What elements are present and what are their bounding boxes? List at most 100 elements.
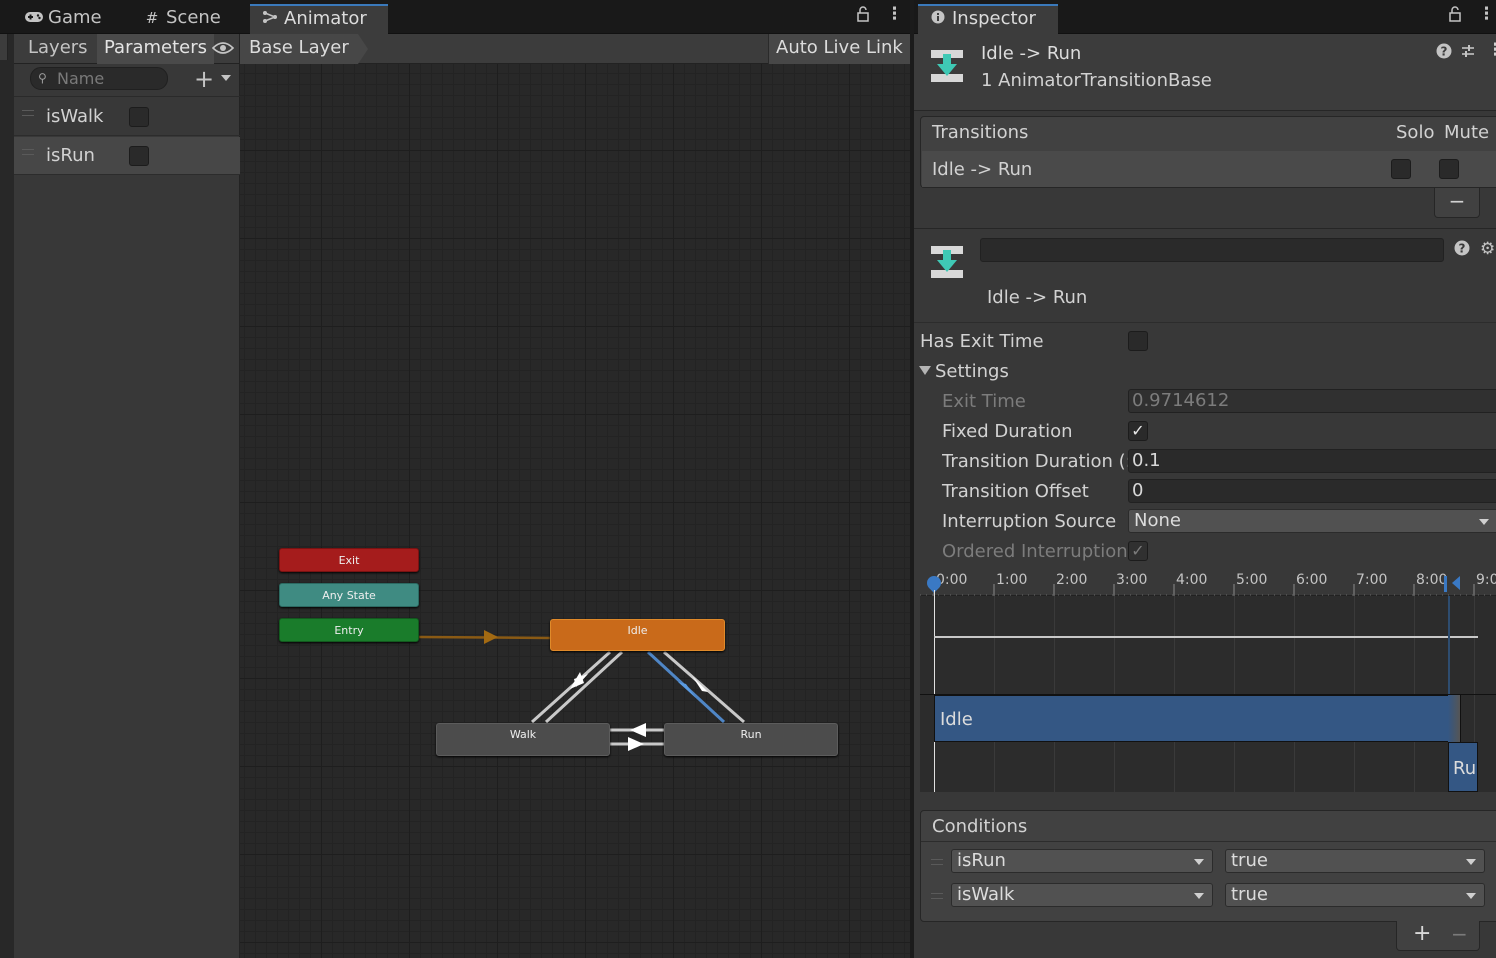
inspector-lock-icon[interactable]	[1448, 6, 1462, 27]
transition-offset-field[interactable]: 0	[1128, 479, 1496, 503]
run-clip-label: Run	[1453, 758, 1477, 779]
tick-label: 3:00	[1116, 572, 1148, 588]
drag-handle-icon[interactable]	[22, 110, 34, 116]
svg-text:?: ?	[1459, 242, 1466, 256]
transition-list-item[interactable]: Idle -> Run	[922, 151, 1496, 187]
settings-foldout-label[interactable]: Settings	[935, 361, 1009, 382]
svg-text:?: ?	[1441, 45, 1448, 59]
tick-label: 9:0	[1476, 572, 1496, 588]
exit-time-label: Exit Time	[942, 391, 1026, 412]
condition-value: true	[1231, 884, 1268, 905]
lock-icon[interactable]	[856, 6, 870, 27]
tab-parameters[interactable]: Parameters	[97, 34, 215, 64]
parameters-toolbar: Layers Parameters	[14, 34, 239, 64]
remove-condition-button[interactable]: −	[1451, 922, 1468, 946]
fixed-duration-checkbox[interactable]: ✓	[1128, 421, 1148, 441]
remove-transition-button[interactable]: −	[1434, 188, 1480, 218]
gear-icon[interactable]: ⚙	[1480, 239, 1495, 259]
inspector-header: Idle -> Run 1 AnimatorTransitionBase ? ⋮	[914, 34, 1496, 111]
parameter-row[interactable]: isWalk	[14, 98, 240, 136]
transition-duration-field[interactable]: 0.1	[1128, 449, 1496, 473]
ordered-interruption-checkbox: ✓	[1128, 541, 1148, 561]
condition-row[interactable]: isWalk true	[921, 883, 1496, 913]
solo-header: Solo	[1396, 122, 1435, 143]
breadcrumb-base-layer[interactable]: Base Layer	[240, 34, 358, 64]
state-idle[interactable]: Idle	[550, 619, 725, 651]
interruption-source-value: None	[1134, 510, 1181, 531]
parameter-row[interactable]: isRun	[14, 137, 240, 175]
auto-live-link-button[interactable]: Auto Live Link	[768, 34, 910, 64]
condition-value-dropdown[interactable]: true	[1225, 849, 1485, 873]
transitions-header: Transitions	[932, 122, 1029, 143]
conditions-header: Conditions	[932, 816, 1028, 837]
transition-help-icon[interactable]: ?	[1454, 240, 1470, 261]
transition-end-marker-icon[interactable]	[1452, 576, 1460, 590]
drag-handle-icon[interactable]	[931, 893, 943, 899]
transition-detail-icon	[930, 244, 964, 280]
tab-scene[interactable]: # Scene	[132, 4, 231, 34]
search-icon: ⚲	[38, 71, 47, 85]
mute-checkbox[interactable]	[1439, 159, 1459, 179]
tab-inspector[interactable]: Inspector	[918, 4, 1058, 34]
condition-value: true	[1231, 850, 1268, 871]
tab-game-label: Game	[48, 7, 102, 28]
settings-foldout-icon[interactable]	[919, 366, 931, 375]
state-exit[interactable]: Exit	[279, 548, 419, 572]
parameter-name: isWalk	[46, 106, 104, 127]
transition-timeline[interactable]: 0:00 1:00 2:00 3:00 4:00 5:00 6:00 7:00 …	[920, 570, 1496, 792]
presets-icon[interactable]	[1460, 43, 1476, 64]
transition-offset-label: Transition Offset	[942, 481, 1089, 502]
state-walk[interactable]: Walk	[436, 723, 610, 756]
parameter-checkbox[interactable]	[129, 107, 149, 127]
condition-value-dropdown[interactable]: true	[1225, 883, 1485, 907]
graph-toolbar: Base Layer Auto Live Link	[240, 34, 910, 64]
idle-clip-bar[interactable]: Idle	[934, 695, 1461, 742]
remove-transition-label: −	[1448, 189, 1466, 213]
run-clip-bar[interactable]: Run	[1448, 742, 1478, 792]
parameter-search-input[interactable]: ⚲ Name	[30, 67, 168, 90]
condition-parameter-dropdown[interactable]: isWalk	[951, 883, 1213, 907]
mute-header: Mute	[1444, 122, 1490, 143]
chevron-down-icon	[1194, 893, 1204, 899]
tab-game[interactable]: Game	[14, 4, 112, 34]
tick-label: 8:00	[1416, 572, 1448, 588]
state-any-state[interactable]: Any State	[279, 583, 419, 607]
transition-icon	[930, 48, 964, 84]
help-icon[interactable]: ?	[1436, 43, 1452, 64]
state-entry[interactable]: Entry	[279, 618, 419, 642]
parameter-checkbox[interactable]	[129, 146, 149, 166]
drag-handle-icon[interactable]	[931, 859, 943, 865]
search-placeholder: Name	[57, 69, 105, 88]
condition-parameter-value: isRun	[957, 850, 1006, 871]
interruption-source-dropdown[interactable]: None	[1128, 509, 1496, 533]
transition-name-input[interactable]	[980, 238, 1444, 262]
condition-row[interactable]: isRun true	[921, 849, 1496, 879]
tab-animator-label: Animator	[284, 8, 367, 29]
transitions-list: Transitions Solo Mute Idle -> Run	[920, 116, 1496, 188]
has-exit-time-checkbox[interactable]	[1128, 331, 1148, 351]
header-kebab-icon[interactable]: ⋮	[1487, 40, 1496, 60]
tab-scene-label: Scene	[166, 7, 221, 28]
animator-graph-canvas[interactable]: Exit Any State Entry Idle Walk Run	[240, 64, 910, 958]
eye-icon[interactable]	[211, 40, 235, 61]
tab-layers[interactable]: Layers	[21, 34, 95, 64]
ordered-interruption-label: Ordered Interruption	[942, 541, 1128, 562]
timeline-ruler[interactable]: 0:00 1:00 2:00 3:00 4:00 5:00 6:00 7:00 …	[920, 570, 1496, 596]
inspector-kebab-icon[interactable]: ⋮	[1478, 4, 1495, 24]
kebab-menu-icon[interactable]: ⋮	[886, 4, 903, 24]
add-parameter-button[interactable]: +	[194, 65, 214, 93]
solo-checkbox[interactable]	[1391, 159, 1411, 179]
inspector-title: Idle -> Run	[981, 43, 1082, 64]
fixed-duration-label: Fixed Duration	[942, 421, 1073, 442]
add-condition-button[interactable]: +	[1413, 921, 1431, 946]
grid-icon: #	[145, 9, 159, 27]
inspector-subtitle: 1 AnimatorTransitionBase	[981, 70, 1212, 91]
add-parameter-dropdown-icon[interactable]	[221, 75, 231, 81]
chevron-down-icon	[1466, 893, 1476, 899]
transition-start-marker-icon[interactable]	[1444, 576, 1447, 592]
drag-handle-icon[interactable]	[22, 149, 34, 155]
transition-duration-label: Transition Duration (:	[942, 451, 1128, 472]
condition-parameter-dropdown[interactable]: isRun	[951, 849, 1213, 873]
tab-animator[interactable]: Animator	[250, 4, 388, 34]
state-run[interactable]: Run	[664, 723, 838, 756]
